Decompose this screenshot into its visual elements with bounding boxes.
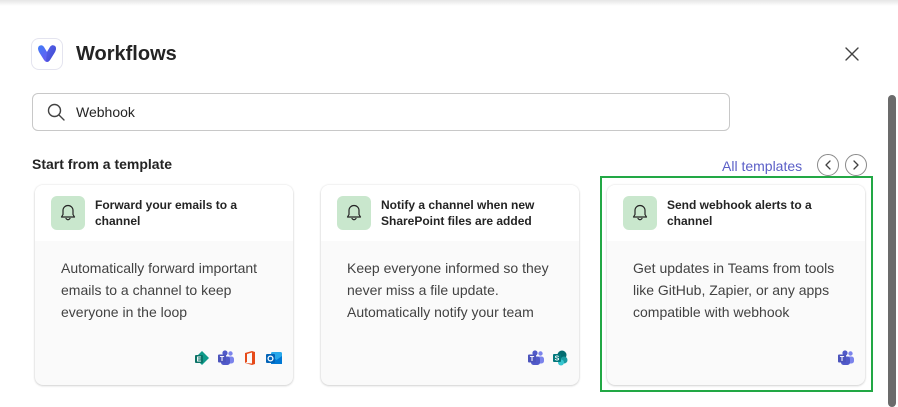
next-button[interactable] <box>845 154 867 176</box>
outlook-icon <box>265 349 283 367</box>
card-title: Forward your emails to a channel <box>95 198 238 228</box>
scrollbar[interactable] <box>888 95 896 407</box>
card-header: Send webhook alerts to a channel <box>607 185 865 241</box>
chevron-right-icon <box>853 160 859 170</box>
card-description: Get updates in Teams from tools like Git… <box>633 260 835 320</box>
svg-text:T: T <box>220 356 225 363</box>
svg-text:T: T <box>530 356 535 363</box>
workflows-logo-icon <box>32 39 62 69</box>
teams-icon: T <box>217 349 235 367</box>
card-title: Send webhook alerts to a channel <box>667 198 812 228</box>
card-header: Notify a channel when new SharePoint fil… <box>321 185 579 241</box>
svg-text:T: T <box>840 356 845 363</box>
exchange-icon: E <box>193 349 211 367</box>
card-title: Notify a channel when new SharePoint fil… <box>381 198 535 228</box>
office-icon <box>241 349 259 367</box>
svg-text:E: E <box>197 357 202 364</box>
bell-icon <box>337 196 371 230</box>
dialog-title: Workflows <box>76 42 177 65</box>
section-title: Start from a template <box>32 156 173 172</box>
teams-icon: T <box>837 349 855 367</box>
bell-icon <box>51 196 85 230</box>
close-icon <box>845 47 859 61</box>
search-icon <box>46 102 66 122</box>
chevron-left-icon <box>825 160 831 170</box>
template-card-sharepoint-notify[interactable]: Notify a channel when new SharePoint fil… <box>321 185 579 385</box>
template-card-webhook-alerts[interactable]: Send webhook alerts to a channel Get upd… <box>607 185 865 385</box>
bell-icon <box>623 196 657 230</box>
top-shadow <box>0 0 898 6</box>
card-header: Forward your emails to a channel <box>35 185 293 241</box>
card-description: Keep everyone informed so they never mis… <box>347 260 549 320</box>
close-button[interactable] <box>840 42 864 66</box>
all-templates-link[interactable]: All templates <box>722 158 802 174</box>
previous-button[interactable] <box>817 154 839 176</box>
teams-icon: T <box>527 349 545 367</box>
card-app-icons: T S <box>527 349 569 367</box>
card-app-icons: E T <box>193 349 283 367</box>
search-input[interactable] <box>74 103 698 121</box>
search-box[interactable] <box>32 93 730 131</box>
card-description: Automatically forward important emails t… <box>61 260 258 320</box>
sharepoint-icon: S <box>551 349 569 367</box>
svg-text:S: S <box>555 356 560 363</box>
workflows-dialog: Workflows Start from a template All temp… <box>0 0 898 407</box>
template-card-forward-emails[interactable]: Forward your emails to a channel Automat… <box>35 185 293 385</box>
card-app-icons: T <box>837 349 855 367</box>
dialog-header: Workflows <box>32 38 177 70</box>
